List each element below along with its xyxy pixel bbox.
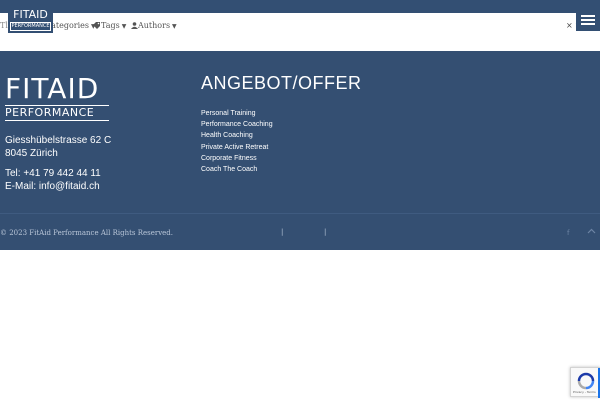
offer-link[interactable]: Corporate Fitness: [201, 153, 273, 164]
header-logo-subtitle: PERFORMANCE: [10, 22, 51, 31]
offer-heading: ANGEBOT/OFFER: [201, 73, 362, 93]
tags-label: Tags: [101, 21, 120, 30]
authors-dropdown[interactable]: Authors ▼: [131, 21, 177, 30]
offer-link[interactable]: Private Active Retreat: [201, 142, 273, 153]
footer-separator: |: [324, 228, 327, 236]
footer-divider: [0, 213, 600, 214]
email-link[interactable]: E-Mail: info@fitaid.ch: [5, 180, 100, 193]
recaptcha-icon: [577, 372, 595, 390]
menu-bar: [581, 19, 595, 21]
caret-down-icon: ▼: [172, 23, 177, 30]
tags-dropdown[interactable]: Tags ▼: [93, 21, 126, 30]
footer-separator: |: [281, 228, 284, 236]
menu-bar: [581, 15, 595, 17]
address-city: 8045 Zürich: [5, 148, 58, 159]
recaptcha-badge[interactable]: Privacy - Terms: [570, 367, 600, 398]
address-street: Giesshübelstrasse 62 C: [5, 135, 112, 146]
offer-link[interactable]: Health Coaching: [201, 130, 273, 141]
offer-link[interactable]: Coach The Coach: [201, 164, 273, 175]
offer-link[interactable]: Performance Coaching: [201, 119, 273, 130]
top-band: [0, 0, 600, 13]
chevron-up-icon: [587, 228, 596, 234]
header-logo-title: FITAID: [13, 8, 48, 21]
offer-list: Personal Training Performance Coaching H…: [201, 108, 273, 175]
footer-logo[interactable]: FITAID PERFORMANCE: [5, 75, 109, 121]
tag-icon: [93, 22, 100, 29]
facebook-icon[interactable]: f: [567, 229, 569, 237]
copyright: © 2023 FitAid Performance All Rights Res…: [0, 229, 174, 237]
user-icon: [131, 22, 138, 29]
menu-bar: [581, 23, 595, 25]
footer-logo-title: FITAID: [5, 72, 100, 105]
filter-bar: Tl Categories ▼ Tags ▼ Authors ▼ × S: [0, 13, 600, 38]
offer-link[interactable]: Personal Training: [201, 108, 273, 119]
footer-logo-subtitle: PERFORMANCE: [5, 105, 109, 121]
header-logo[interactable]: FITAID PERFORMANCE: [8, 6, 53, 33]
footer: FITAID PERFORMANCE Giesshübelstrasse 62 …: [0, 51, 600, 250]
filter-link[interactable]: Tl: [0, 21, 8, 30]
arrow-up-icon[interactable]: [587, 227, 596, 237]
recaptcha-privacy-link[interactable]: Privacy - Terms: [573, 390, 596, 394]
menu-icon[interactable]: [576, 9, 600, 31]
caret-down-icon: ▼: [121, 23, 127, 30]
authors-label: Authors: [138, 21, 171, 30]
phone-link[interactable]: Tel: +41 79 442 44 11: [5, 167, 101, 180]
